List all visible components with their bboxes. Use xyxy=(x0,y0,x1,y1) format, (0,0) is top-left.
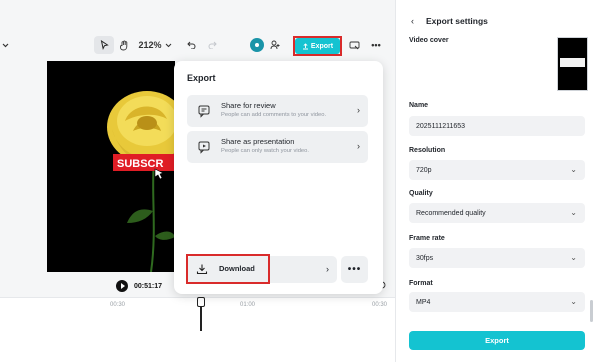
chevron-down-icon: ⌄ xyxy=(570,297,577,306)
chevron-right-icon: › xyxy=(357,141,360,151)
frame-rate-value: 30fps xyxy=(416,254,434,262)
share-as-presentation-option[interactable]: Share as presentation People can only wa… xyxy=(187,131,368,163)
chevron-down-icon[interactable] xyxy=(0,31,10,59)
chevron-down-icon: ⌄ xyxy=(570,208,577,217)
frame-rate-select[interactable]: 30fps ⌄ xyxy=(409,248,585,268)
download-icon xyxy=(196,264,208,275)
quality-value: Recommended quality xyxy=(416,209,486,217)
download-option[interactable]: Download › xyxy=(187,256,337,283)
resolution-label: Resolution xyxy=(409,147,446,154)
format-value: MP4 xyxy=(416,298,431,306)
screen-icon[interactable] xyxy=(346,31,362,59)
chevron-right-icon: › xyxy=(326,264,329,274)
format-label: Format xyxy=(409,280,433,287)
playhead-handle[interactable] xyxy=(197,297,205,307)
timeline-tick: 00:30 xyxy=(110,302,126,308)
comment-icon xyxy=(198,105,210,118)
video-cover-thumbnail[interactable] xyxy=(557,37,588,91)
panel-title: Export settings xyxy=(426,16,488,26)
video-cover-label: Video cover xyxy=(409,37,449,44)
popup-title: Export xyxy=(187,73,216,83)
frame-rate-label: Frame rate xyxy=(409,235,445,242)
more-options-button[interactable]: ••• xyxy=(341,256,368,283)
back-chevron-icon[interactable]: ‹ xyxy=(411,16,414,26)
share-for-review-option[interactable]: Share for review People can add comments… xyxy=(187,95,368,127)
chevron-down-icon: ⌄ xyxy=(570,165,577,174)
export-popup: Export Share for review People can add c… xyxy=(174,61,383,294)
hand-icon[interactable] xyxy=(116,31,132,59)
rose-image: SUBSCR xyxy=(107,91,175,272)
zoom-level[interactable]: 212% xyxy=(138,31,172,59)
pointer-icon[interactable] xyxy=(94,36,114,54)
option-title: Share as presentation xyxy=(221,137,295,146)
format-select[interactable]: MP4 ⌄ xyxy=(409,292,585,312)
chevron-right-icon: › xyxy=(357,105,360,115)
quality-select[interactable]: Recommended quality ⌄ xyxy=(409,203,585,223)
chevron-down-icon: ⌄ xyxy=(570,253,577,262)
option-title: Share for review xyxy=(221,101,276,110)
name-label: Name xyxy=(409,102,429,109)
player-controls: 00:51:17 xyxy=(116,280,162,292)
export-button[interactable]: Export xyxy=(409,331,585,350)
name-field[interactable]: 2025111211653 xyxy=(409,116,585,136)
export-button-top[interactable]: Export xyxy=(295,38,340,54)
resolution-select[interactable]: 720p ⌄ xyxy=(409,160,585,180)
more-icon[interactable]: ••• xyxy=(368,31,384,59)
option-description: People can only watch your video. xyxy=(221,148,309,154)
redo-icon[interactable] xyxy=(206,31,218,59)
panel-scrollbar[interactable] xyxy=(590,300,593,322)
resolution-value: 720p xyxy=(416,166,432,174)
add-user-icon[interactable] xyxy=(267,31,283,59)
quality-label: Quality xyxy=(409,190,433,197)
present-icon xyxy=(198,141,210,154)
editor-area: 212% ••• Export SUBSCR 00:51:17 00:30 01… xyxy=(0,0,395,362)
export-top-label: Export xyxy=(310,42,334,50)
current-time: 00:51:17 xyxy=(134,282,163,290)
export-settings-panel: ‹ Export settings Video cover Name 20251… xyxy=(395,0,600,362)
zoom-value: 212% xyxy=(138,40,162,50)
name-value: 2025111211653 xyxy=(416,122,466,130)
undo-icon[interactable] xyxy=(185,31,197,59)
video-canvas[interactable]: SUBSCR xyxy=(47,61,175,272)
timeline-tick: 00:30 xyxy=(372,302,388,308)
option-description: People can add comments to your video. xyxy=(221,112,327,118)
upload-icon xyxy=(302,42,308,49)
download-label: Download xyxy=(219,264,255,273)
avatar[interactable] xyxy=(248,31,266,59)
play-icon[interactable] xyxy=(116,280,128,292)
svg-text:SUBSCR: SUBSCR xyxy=(117,158,164,170)
timeline-tick: 01:00 xyxy=(240,302,256,308)
